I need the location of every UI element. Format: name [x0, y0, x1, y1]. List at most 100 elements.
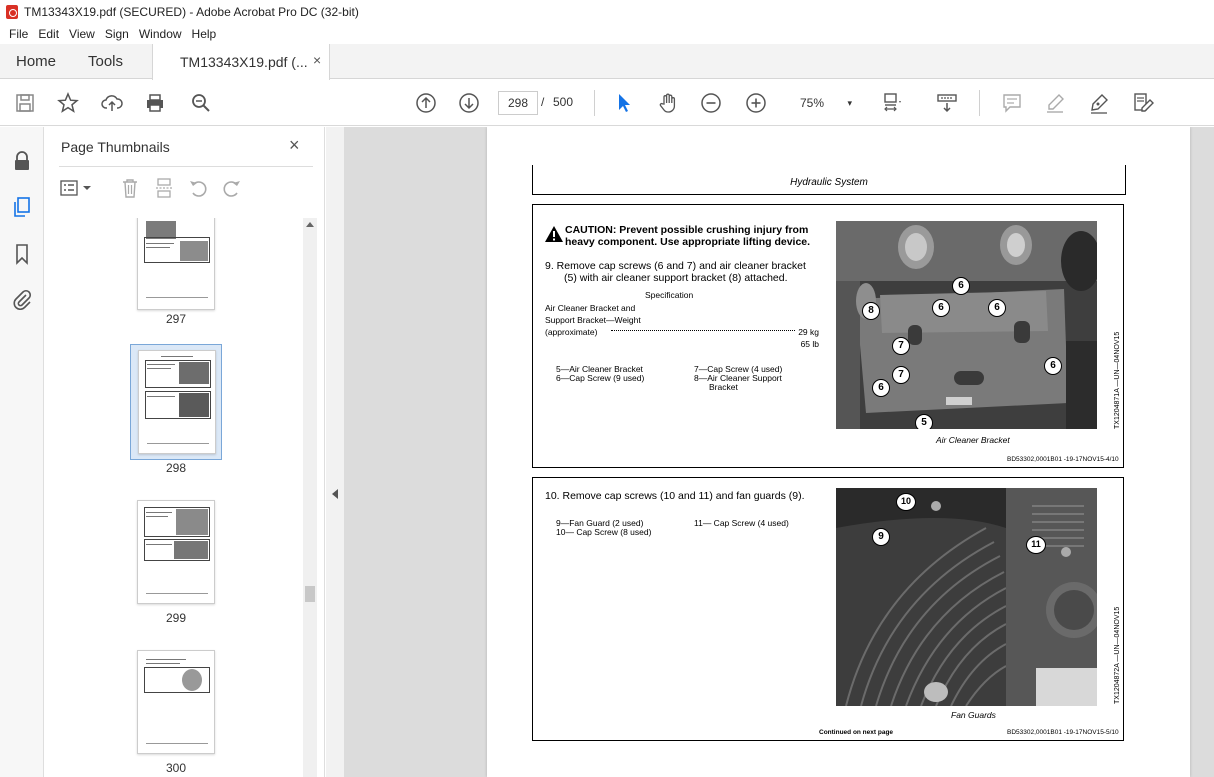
hand-tool-icon[interactable] — [656, 91, 680, 115]
section-footer-code: BD53302,0001B01 -19-17NOV15-4/10 — [1007, 456, 1119, 463]
spec-line-2: Support Bracket—Weight — [545, 315, 641, 325]
photo-illustration — [836, 488, 1097, 706]
tab-document[interactable]: TM13343X19.pdf (... × — [152, 44, 330, 80]
spec-weight-lb: 65 lb — [800, 339, 819, 349]
menu-file[interactable]: File — [4, 27, 33, 41]
close-icon[interactable]: × — [289, 135, 300, 156]
rotate-right-icon[interactable] — [221, 177, 243, 199]
tab-bar: Home Tools TM13343X19.pdf (... × — [0, 44, 1214, 80]
thumbnail-footer-line — [147, 443, 209, 444]
thumbnail-page-299[interactable] — [137, 500, 215, 604]
thumbnail-scrollbar[interactable] — [303, 218, 317, 777]
step-10-text: 10. Remove cap screws (10 and 11) and fa… — [545, 490, 805, 502]
options-menu-icon[interactable] — [59, 177, 81, 199]
menu-sign[interactable]: Sign — [100, 27, 134, 41]
highlight-pen-icon[interactable] — [1043, 91, 1067, 115]
extract-pages-icon[interactable] — [153, 177, 175, 199]
thumbnail-text-line — [146, 512, 172, 513]
thumbnail-footer-line — [146, 297, 208, 298]
save-icon[interactable] — [13, 91, 37, 115]
thumbnail-page-297[interactable] — [137, 218, 215, 310]
thumbnail-text-line — [146, 247, 170, 248]
document-viewer[interactable]: Hydraulic System CAUTION: Prevent possib… — [344, 127, 1214, 777]
thumbnail-text-line — [146, 544, 172, 545]
bookmark-icon[interactable] — [10, 242, 34, 266]
menu-window[interactable]: Window — [134, 27, 187, 41]
photo-caption: Air Cleaner Bracket — [936, 435, 1010, 445]
toolbar-divider — [979, 90, 980, 116]
collapse-arrow-icon[interactable] — [332, 489, 338, 499]
tab-home[interactable]: Home — [16, 53, 56, 70]
sign-pen-icon[interactable] — [1087, 91, 1111, 115]
thumbnail-text-line — [146, 243, 174, 244]
instruction-section-10: 10. Remove cap screws (10 and 11) and fa… — [532, 477, 1124, 741]
callout-7: 7 — [892, 366, 910, 384]
menu-help[interactable]: Help — [187, 27, 222, 41]
bookmark-star-icon[interactable] — [56, 91, 80, 115]
section-footer-code: BD53302,0001B01 -19-17NOV15-5/10 — [1007, 729, 1119, 736]
toolbar-divider — [594, 90, 595, 116]
spec-line-3: (approximate) — [545, 327, 598, 337]
scrollbar-thumb[interactable] — [305, 586, 315, 602]
edit-document-icon[interactable] — [1131, 91, 1155, 115]
attachment-paperclip-icon[interactable] — [10, 287, 34, 311]
warning-triangle-icon — [545, 226, 563, 242]
page-header-box: Hydraulic System — [532, 165, 1126, 195]
legend-item: 10— Cap Screw (8 used) — [556, 527, 652, 537]
spec-line-1: Air Cleaner Bracket and — [545, 303, 636, 313]
lock-icon[interactable] — [10, 149, 34, 173]
upload-cloud-icon[interactable] — [100, 91, 124, 115]
tab-tools[interactable]: Tools — [88, 53, 123, 70]
menu-edit[interactable]: Edit — [33, 27, 64, 41]
thumbnail-header-line — [161, 356, 193, 357]
zoom-in-icon[interactable] — [744, 91, 768, 115]
thumbnail-page-298[interactable] — [138, 350, 216, 454]
thumbnail-image — [174, 541, 208, 559]
tab-close-icon[interactable]: × — [313, 52, 321, 68]
thumbnail-page-300[interactable] — [137, 650, 215, 754]
callout-6: 6 — [932, 299, 950, 317]
menu-view[interactable]: View — [64, 27, 100, 41]
zoom-out-icon[interactable] — [699, 91, 723, 115]
continued-note: Continued on next page — [819, 729, 894, 736]
scroll-up-icon[interactable] — [306, 222, 314, 227]
zoom-level-value: 75% — [800, 96, 825, 110]
thumbnail-text-line — [147, 368, 171, 369]
thumbnail-text-line — [146, 659, 186, 660]
fan-guards-photo: 10 9 11 — [836, 488, 1097, 706]
thumbnail-label: 299 — [165, 611, 187, 625]
thumbnail-label: 297 — [165, 312, 187, 326]
pdf-page: Hydraulic System CAUTION: Prevent possib… — [487, 127, 1190, 777]
chevron-down-icon[interactable] — [81, 177, 93, 199]
tab-document-label: TM13343X19.pdf (... — [180, 54, 308, 70]
main-toolbar: 298 / 500 75% ▾ — [0, 80, 1214, 126]
callout-6: 6 — [1044, 357, 1062, 375]
legend-item: 11— Cap Screw (4 used) — [694, 518, 789, 528]
panel-collapse-strip[interactable] — [326, 127, 344, 777]
previous-page-icon[interactable] — [414, 91, 438, 115]
callout-6: 6 — [988, 299, 1006, 317]
callout-8: 8 — [862, 302, 880, 320]
thumbnail-list: 297 298 299 300 — [45, 218, 315, 777]
instruction-section-9: CAUTION: Prevent possible crushing injur… — [532, 204, 1124, 468]
next-page-icon[interactable] — [457, 91, 481, 115]
photo-illustration — [836, 221, 1097, 429]
page-header-title: Hydraulic System — [790, 177, 868, 188]
thumbnail-text-line — [146, 516, 168, 517]
figure-code: TX1204871A —UN—04NOV15 — [1114, 331, 1121, 429]
zoom-level-select[interactable]: 75% ▾ — [786, 91, 858, 115]
thumbnail-text-line — [146, 663, 180, 664]
page-thumbnails-icon[interactable] — [10, 195, 34, 219]
spec-weight-kg: 29 kg — [798, 327, 819, 337]
callout-11: 11 — [1026, 536, 1046, 554]
delete-trash-icon[interactable] — [119, 177, 141, 199]
callout-6: 6 — [952, 277, 970, 295]
zoom-search-icon[interactable] — [189, 91, 213, 115]
select-cursor-icon[interactable] — [612, 91, 636, 115]
scroll-mode-icon[interactable] — [935, 91, 959, 115]
print-icon[interactable] — [143, 91, 167, 115]
page-number-input[interactable]: 298 — [498, 91, 538, 115]
fit-page-icon[interactable] — [880, 91, 904, 115]
rotate-left-icon[interactable] — [187, 177, 209, 199]
comment-icon[interactable] — [1000, 91, 1024, 115]
